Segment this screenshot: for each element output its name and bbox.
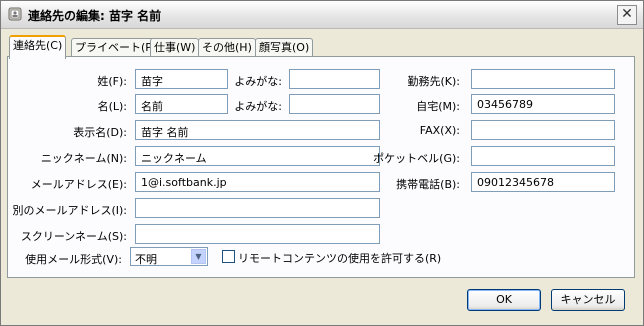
screen-name-field[interactable] — [135, 224, 380, 244]
mobile-label: 携帯電話(B): — [396, 178, 460, 191]
tab-private[interactable]: プライベート(P) — [71, 38, 161, 56]
last-name-field[interactable]: 苗字 — [135, 69, 228, 89]
chevron-down-icon[interactable]: ▼ — [191, 249, 206, 264]
email-label: メールアドレス(E): — [30, 178, 127, 191]
last-name-label: 姓(F): — [97, 75, 127, 88]
edit-contact-dialog: 連絡先の編集: 苗字 名前 ✕ 連絡先(C) プライベート(P) 仕事(W) そ… — [0, 0, 644, 326]
first-name-reading-field[interactable] — [289, 94, 380, 114]
title-bar[interactable]: 連絡先の編集: 苗字 名前 ✕ — [1, 1, 643, 29]
ok-button[interactable]: OK — [467, 289, 541, 311]
last-name-reading-field[interactable] — [289, 69, 380, 89]
remote-content-checkbox[interactable] — [222, 250, 235, 263]
mail-format-select[interactable]: 不明 ▼ — [130, 247, 208, 266]
window-title: 連絡先の編集: 苗字 名前 — [28, 9, 162, 23]
fax-label: FAX(X): — [419, 124, 460, 137]
mobile-field[interactable]: 09012345678 — [471, 172, 615, 192]
home-phone-label: 自宅(M): — [416, 100, 460, 113]
contact-tab-panel — [7, 56, 635, 278]
close-button[interactable]: ✕ — [617, 5, 637, 25]
tab-work[interactable]: 仕事(W) — [150, 38, 200, 56]
tab-other[interactable]: その他(H) — [198, 38, 256, 56]
fax-field[interactable] — [471, 120, 615, 140]
remote-content-label[interactable]: リモートコンテンツの使用を許可する(R) — [238, 250, 441, 266]
screen-name-label: スクリーンネーム(S): — [20, 230, 127, 243]
first-name-reading-label: よみがな: — [234, 100, 282, 113]
close-icon: ✕ — [621, 6, 633, 22]
alt-email-label: 別のメールアドレス(I): — [12, 204, 127, 217]
work-phone-field[interactable] — [471, 69, 615, 89]
first-name-field[interactable]: 名前 — [135, 94, 228, 114]
work-phone-label: 勤務先(K): — [407, 75, 460, 88]
display-name-label: 表示名(D): — [73, 126, 127, 139]
pager-field[interactable] — [471, 146, 615, 166]
home-phone-field[interactable]: 03456789 — [471, 94, 615, 114]
cancel-button[interactable]: キャンセル — [551, 289, 625, 311]
tab-photo[interactable]: 顔写真(O) — [255, 38, 314, 56]
email-field[interactable]: 1@i.softbank.jp — [135, 172, 380, 192]
pager-label: ポケットベル(G): — [373, 152, 460, 165]
first-name-label: 名(L): — [97, 100, 127, 113]
mail-format-value: 不明 — [135, 253, 157, 266]
alt-email-field[interactable] — [135, 198, 380, 218]
nickname-label: ニックネーム(N): — [40, 152, 127, 165]
last-name-reading-label: よみがな: — [234, 75, 282, 88]
address-book-icon — [8, 7, 22, 21]
nickname-field[interactable]: ニックネーム — [135, 146, 380, 166]
display-name-field[interactable]: 苗字 名前 — [135, 120, 380, 140]
mail-format-label: 使用メール形式(V): — [25, 253, 122, 266]
tab-contact[interactable]: 連絡先(C) — [9, 35, 67, 59]
